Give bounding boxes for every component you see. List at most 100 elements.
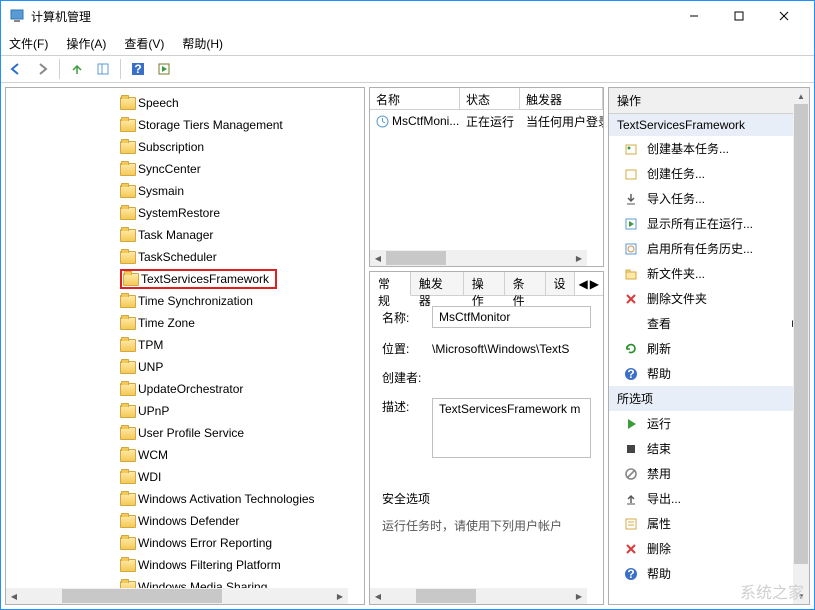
tree-item[interactable]: TextServicesFramework xyxy=(116,268,365,290)
tree-item[interactable]: Task Manager xyxy=(116,224,365,246)
tree-item-label: SyncCenter xyxy=(138,162,201,176)
tree-item[interactable]: Time Zone xyxy=(116,312,365,334)
tree-item-label: WDI xyxy=(138,470,161,484)
field-name[interactable]: MsCtfMonitor xyxy=(432,306,591,328)
menu-file[interactable]: 文件(F) xyxy=(9,35,48,52)
tree-item[interactable]: UpdateOrchestrator xyxy=(116,378,365,400)
col-name[interactable]: 名称 xyxy=(370,88,460,109)
tab-scroll[interactable]: ◀▶ xyxy=(575,272,603,295)
tree-item[interactable]: Windows Activation Technologies xyxy=(116,488,365,510)
folder-icon xyxy=(120,537,136,550)
tree-item[interactable]: TaskScheduler xyxy=(116,246,365,268)
action-item[interactable]: 导出... xyxy=(609,486,809,511)
col-status[interactable]: 状态 xyxy=(460,88,520,109)
tree-item[interactable]: Windows Media Sharing xyxy=(116,576,365,588)
tree-item-label: Windows Error Reporting xyxy=(138,536,272,550)
action-item[interactable]: 结束 xyxy=(609,436,809,461)
tab-conditions[interactable]: 条件 xyxy=(505,272,546,295)
tree-item[interactable]: Windows Error Reporting xyxy=(116,532,365,554)
help-button[interactable]: ? xyxy=(127,58,149,80)
tree-item[interactable]: UPnP xyxy=(116,400,365,422)
action-item[interactable]: 启用所有任务历史... xyxy=(609,236,809,261)
menu-action[interactable]: 操作(A) xyxy=(66,35,106,52)
tree-item[interactable]: WCM xyxy=(116,444,365,466)
folder-icon xyxy=(120,361,136,374)
up-button[interactable] xyxy=(66,58,88,80)
close-button[interactable] xyxy=(761,1,806,31)
action-label: 新文件夹... xyxy=(647,265,705,282)
action-item[interactable]: 创建任务... xyxy=(609,161,809,186)
action-label: 启用所有任务历史... xyxy=(647,240,753,257)
tree-item[interactable]: Subscription xyxy=(116,136,365,158)
action-item[interactable]: 查看▶ xyxy=(609,311,809,336)
tree-item[interactable]: Sysmain xyxy=(116,180,365,202)
action-item[interactable]: 刷新 xyxy=(609,336,809,361)
tab-triggers[interactable]: 触发器 xyxy=(411,272,464,295)
action-item[interactable]: 删除文件夹 xyxy=(609,286,809,311)
run-button[interactable] xyxy=(153,58,175,80)
actions-section-context[interactable]: TextServicesFramework ▲ xyxy=(609,114,809,136)
tab-settings[interactable]: 设 xyxy=(546,272,575,295)
history-icon xyxy=(623,241,639,257)
minimize-button[interactable] xyxy=(671,1,716,31)
details-hscrollbar[interactable]: ◀ ▶ xyxy=(370,588,587,604)
folder-tree[interactable]: SpeechStorage Tiers Management Subscripti… xyxy=(6,88,365,588)
action-item[interactable]: 禁用 xyxy=(609,461,809,486)
tree-item[interactable]: TPM xyxy=(116,334,365,356)
tree-item-label: TPM xyxy=(138,338,163,352)
tree-item[interactable]: SyncCenter xyxy=(116,158,365,180)
action-label: 结束 xyxy=(647,440,671,457)
tree-item[interactable]: UNP xyxy=(116,356,365,378)
tree-item[interactable]: Windows Defender xyxy=(116,510,365,532)
action-item[interactable]: 删除 xyxy=(609,536,809,561)
tree-hscrollbar[interactable]: ◀ ▶ xyxy=(6,588,348,604)
tree-item-label: User Profile Service xyxy=(138,426,244,440)
tree-item-label: UpdateOrchestrator xyxy=(138,382,243,396)
action-item[interactable]: 属性 xyxy=(609,511,809,536)
actions-vscrollbar[interactable]: ▲ ▼ xyxy=(793,88,809,604)
tree-item[interactable]: Speech xyxy=(116,92,365,114)
tree-item[interactable]: User Profile Service xyxy=(116,422,365,444)
export-icon xyxy=(623,491,639,507)
tree-item-label: WCM xyxy=(138,448,168,462)
action-item[interactable]: 新文件夹... xyxy=(609,261,809,286)
properties-icon xyxy=(623,516,639,532)
action-item[interactable]: 运行 xyxy=(609,411,809,436)
tree-item[interactable]: Windows Filtering Platform xyxy=(116,554,365,576)
tasklist-hscrollbar[interactable]: ◀ ▶ xyxy=(370,250,587,266)
action-item[interactable]: ?帮助 xyxy=(609,361,809,386)
action-item[interactable]: 创建基本任务... xyxy=(609,136,809,161)
import-icon xyxy=(623,191,639,207)
action-label: 显示所有正在运行... xyxy=(647,215,753,232)
svg-text:?: ? xyxy=(627,567,634,581)
tree-item[interactable]: WDI xyxy=(116,466,365,488)
field-description[interactable]: TextServicesFramework m xyxy=(432,398,591,458)
tree-item[interactable]: SystemRestore xyxy=(116,202,365,224)
tree-item-label: Subscription xyxy=(138,140,204,154)
delete-icon xyxy=(623,541,639,557)
label-runtime-hint: 运行任务时，请使用下列用户帐户 xyxy=(382,517,591,534)
forward-button[interactable] xyxy=(31,58,53,80)
task-row[interactable]: MsCtfMoni... 正在运行 当任何用户登录 xyxy=(370,110,603,132)
tree-item[interactable]: Time Synchronization xyxy=(116,290,365,312)
menu-help[interactable]: 帮助(H) xyxy=(182,35,223,52)
action-item[interactable]: ?帮助 xyxy=(609,561,809,586)
back-button[interactable] xyxy=(5,58,27,80)
tab-general[interactable]: 常规 xyxy=(370,272,411,296)
action-item[interactable]: 显示所有正在运行... xyxy=(609,211,809,236)
show-hide-tree-button[interactable] xyxy=(92,58,114,80)
folder-icon xyxy=(120,141,136,154)
actions-section-selected[interactable]: 所选项 ▲ xyxy=(609,386,809,411)
tab-actions[interactable]: 操作 xyxy=(464,272,505,295)
tree-item-label: Time Zone xyxy=(138,316,195,330)
menu-view[interactable]: 查看(V) xyxy=(124,35,164,52)
details-body: 名称: MsCtfMonitor 位置: \Microsoft\Windows\… xyxy=(370,296,603,544)
tree-item[interactable]: Storage Tiers Management xyxy=(116,114,365,136)
task-name-cell: MsCtfMoni... xyxy=(392,114,459,128)
action-item[interactable]: 导入任务... xyxy=(609,186,809,211)
col-trigger[interactable]: 触发器 xyxy=(520,88,603,109)
running-tasks-icon xyxy=(623,216,639,232)
maximize-button[interactable] xyxy=(716,1,761,31)
tree-item-label: UPnP xyxy=(138,404,169,418)
tree-item-label: UNP xyxy=(138,360,163,374)
